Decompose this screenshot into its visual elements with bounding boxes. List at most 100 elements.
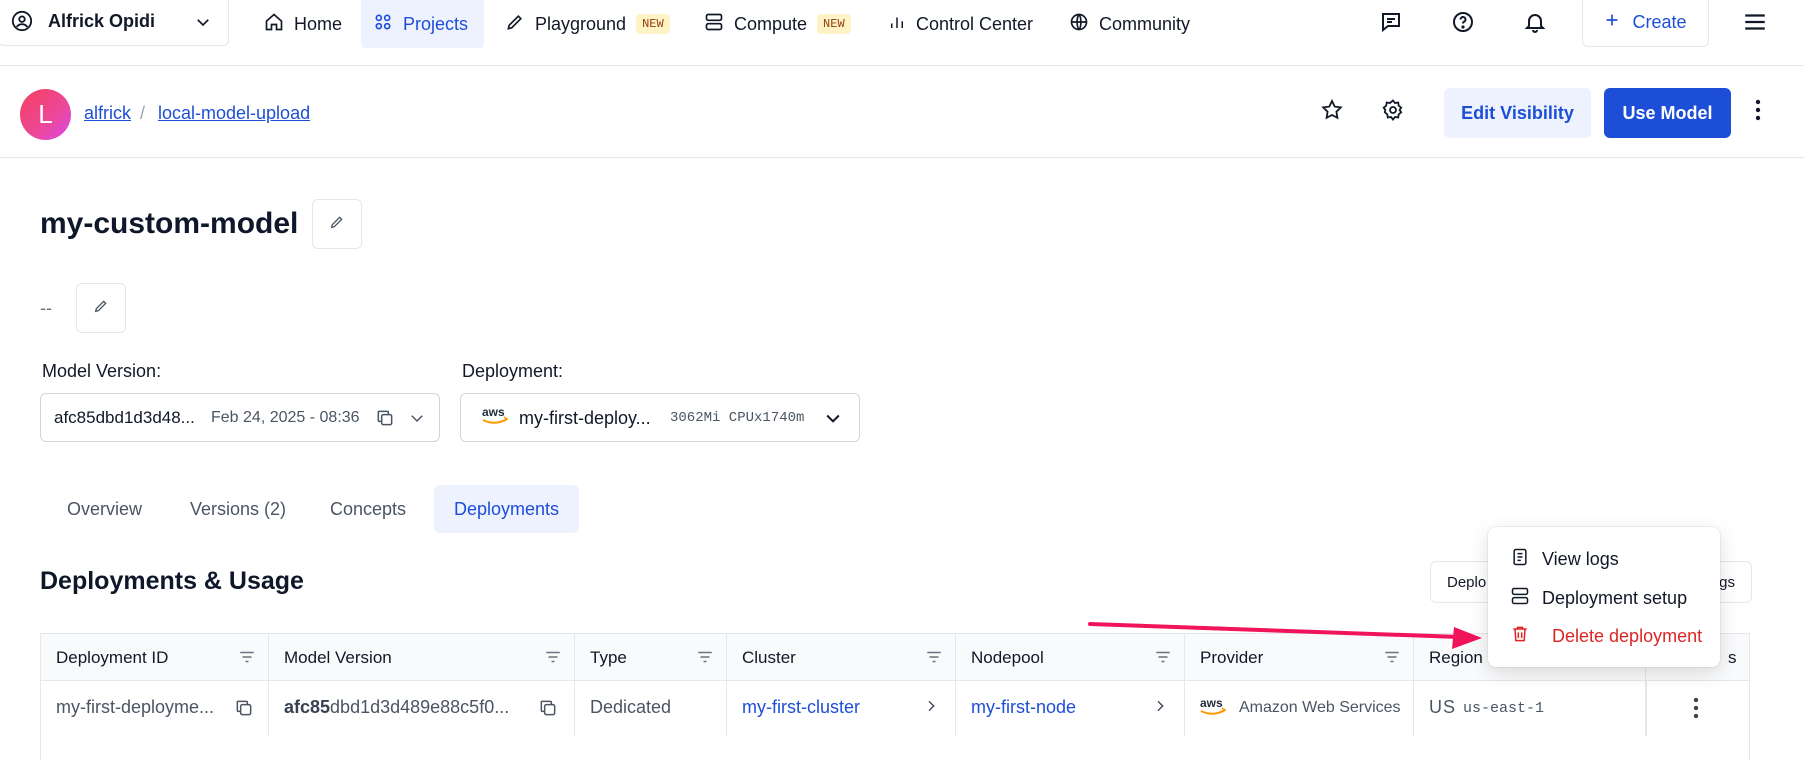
cell-cluster[interactable]: my-first-cluster (727, 681, 956, 736)
model-version-date: Feb 24, 2025 - 08:36 (211, 409, 360, 426)
column-label: Cluster (742, 648, 796, 667)
tab-versions[interactable]: Versions (2) (170, 485, 306, 533)
region-value: us-east-1 (1463, 700, 1545, 717)
edit-visibility-button[interactable]: Edit Visibility (1444, 88, 1591, 138)
more-options-button[interactable] (1742, 96, 1774, 128)
copy-icon[interactable] (538, 698, 558, 723)
model-version-label: Model Version: (42, 361, 162, 381)
nav-playground[interactable]: Playground NEW (493, 0, 682, 48)
deployment-spec: 3062Mi CPUx1740m (670, 410, 805, 426)
nav-home[interactable]: Home (252, 0, 354, 48)
row-actions-button[interactable] (1693, 697, 1699, 724)
bell-icon (1523, 10, 1547, 39)
server-icon (1510, 586, 1530, 611)
deployments-button-label: Deplo (1447, 573, 1487, 591)
deployment-name: my-first-deploy... (519, 408, 651, 428)
use-model-button[interactable]: Use Model (1604, 88, 1731, 138)
nav-control-center[interactable]: Control Center (876, 0, 1045, 48)
nav-home-label: Home (294, 13, 343, 34)
model-header: L alfrick / local-model-upload Edit Visi… (0, 66, 1804, 158)
help-button[interactable] (1447, 8, 1479, 40)
edit-description-button[interactable] (76, 283, 126, 333)
column-deployment-id[interactable]: Deployment ID (41, 634, 269, 681)
cell-nodepool[interactable]: my-first-node (956, 681, 1185, 736)
top-nav: Alfrick Opidi Home Projects Playground N… (0, 0, 1804, 66)
annotation-arrow (1088, 622, 1482, 649)
column-type[interactable]: Type (575, 634, 727, 681)
nav-compute[interactable]: Compute NEW (692, 0, 863, 48)
svg-text:aws: aws (482, 405, 505, 419)
new-badge: NEW (636, 14, 670, 34)
nav-compute-label: Compute (734, 13, 808, 34)
copy-icon[interactable] (375, 408, 395, 433)
breadcrumb-owner[interactable]: alfrick (84, 103, 131, 124)
tab-concepts[interactable]: Concepts (310, 485, 426, 533)
model-version-suffix: dbd1d3d489e88c5f0... (330, 697, 510, 717)
nav-projects[interactable]: Projects (361, 0, 484, 48)
gear-icon (1381, 98, 1405, 127)
column-model-version[interactable]: Model Version (269, 634, 575, 681)
filter-icon[interactable] (238, 648, 256, 671)
nav-community-label: Community (1099, 13, 1191, 34)
menu-item-view-logs[interactable]: View logs (1510, 547, 1619, 572)
notifications-button[interactable] (1519, 8, 1551, 40)
nav-projects-label: Projects (403, 13, 469, 34)
breadcrumb-app[interactable]: local-model-upload (158, 103, 310, 124)
chevron-down-icon (823, 408, 843, 433)
cell-region: US us-east-1 (1414, 681, 1646, 736)
star-button[interactable] (1316, 96, 1348, 128)
chevron-right-icon (1152, 698, 1168, 719)
pencil-icon (329, 214, 345, 235)
model-title: my-custom-model (40, 207, 299, 240)
message-icon (1379, 10, 1403, 39)
cell-actions (1646, 681, 1751, 736)
section-title: Deployments & Usage (40, 567, 304, 595)
more-vertical-icon (1755, 99, 1761, 126)
filter-icon[interactable] (544, 648, 562, 671)
cell-type: Dedicated (575, 681, 727, 736)
grid-icon (373, 12, 393, 37)
feedback-button[interactable] (1375, 8, 1407, 40)
cluster-link[interactable]: my-first-cluster (742, 697, 860, 718)
create-button[interactable]: Create (1582, 0, 1709, 47)
account-name: Alfrick Opidi (48, 11, 156, 31)
tab-overview[interactable]: Overview (47, 485, 162, 533)
column-label: Model Version (284, 648, 392, 667)
column-label: Deployment ID (56, 648, 169, 667)
star-icon (1320, 98, 1344, 127)
nav-community[interactable]: Community (1057, 0, 1202, 48)
model-version-select[interactable]: afc85dbd1d3d48... Feb 24, 2025 - 08:36 (40, 393, 440, 442)
deployment-select[interactable]: aws my-first-deploy... 3062Mi CPUx1740m (460, 393, 860, 442)
edit-title-button[interactable] (312, 199, 362, 249)
account-switcher[interactable]: Alfrick Opidi (0, 0, 229, 46)
column-label: Type (590, 648, 627, 667)
pencil-icon (93, 298, 109, 319)
nodepool-link[interactable]: my-first-node (971, 697, 1076, 718)
copy-icon[interactable] (234, 698, 254, 723)
file-icon (1510, 547, 1530, 572)
filter-icon[interactable] (696, 648, 714, 671)
svg-text:aws: aws (1200, 696, 1223, 710)
cell-deployment-id: my-first-deployme... (41, 681, 269, 736)
tab-deployments[interactable]: Deployments (434, 485, 580, 533)
menu-button[interactable] (1739, 8, 1771, 40)
column-label: s (1728, 648, 1737, 667)
row-actions-menu: View logs Deployment setup Delete deploy… (1488, 527, 1720, 667)
settings-button[interactable] (1377, 96, 1409, 128)
column-cluster[interactable]: Cluster (727, 634, 956, 681)
deployment-label: Deployment: (462, 361, 564, 381)
model-version-value: afc85dbd1d3d489e88c5f0... (284, 697, 509, 718)
new-badge: NEW (817, 14, 851, 34)
menu-item-label: View logs (1542, 549, 1619, 569)
hamburger-icon (1742, 9, 1768, 40)
more-vertical-icon (1693, 697, 1699, 719)
user-circle-icon (11, 10, 33, 37)
chevron-down-icon (408, 409, 426, 432)
trash-icon (1510, 624, 1530, 649)
filter-icon[interactable] (925, 648, 943, 671)
server-icon (704, 12, 724, 37)
avatar[interactable]: L (20, 89, 71, 140)
menu-item-delete-deployment[interactable]: Delete deployment (1510, 624, 1702, 649)
model-version-id: afc85dbd1d3d48... (54, 408, 195, 427)
menu-item-deployment-setup[interactable]: Deployment setup (1510, 586, 1687, 611)
